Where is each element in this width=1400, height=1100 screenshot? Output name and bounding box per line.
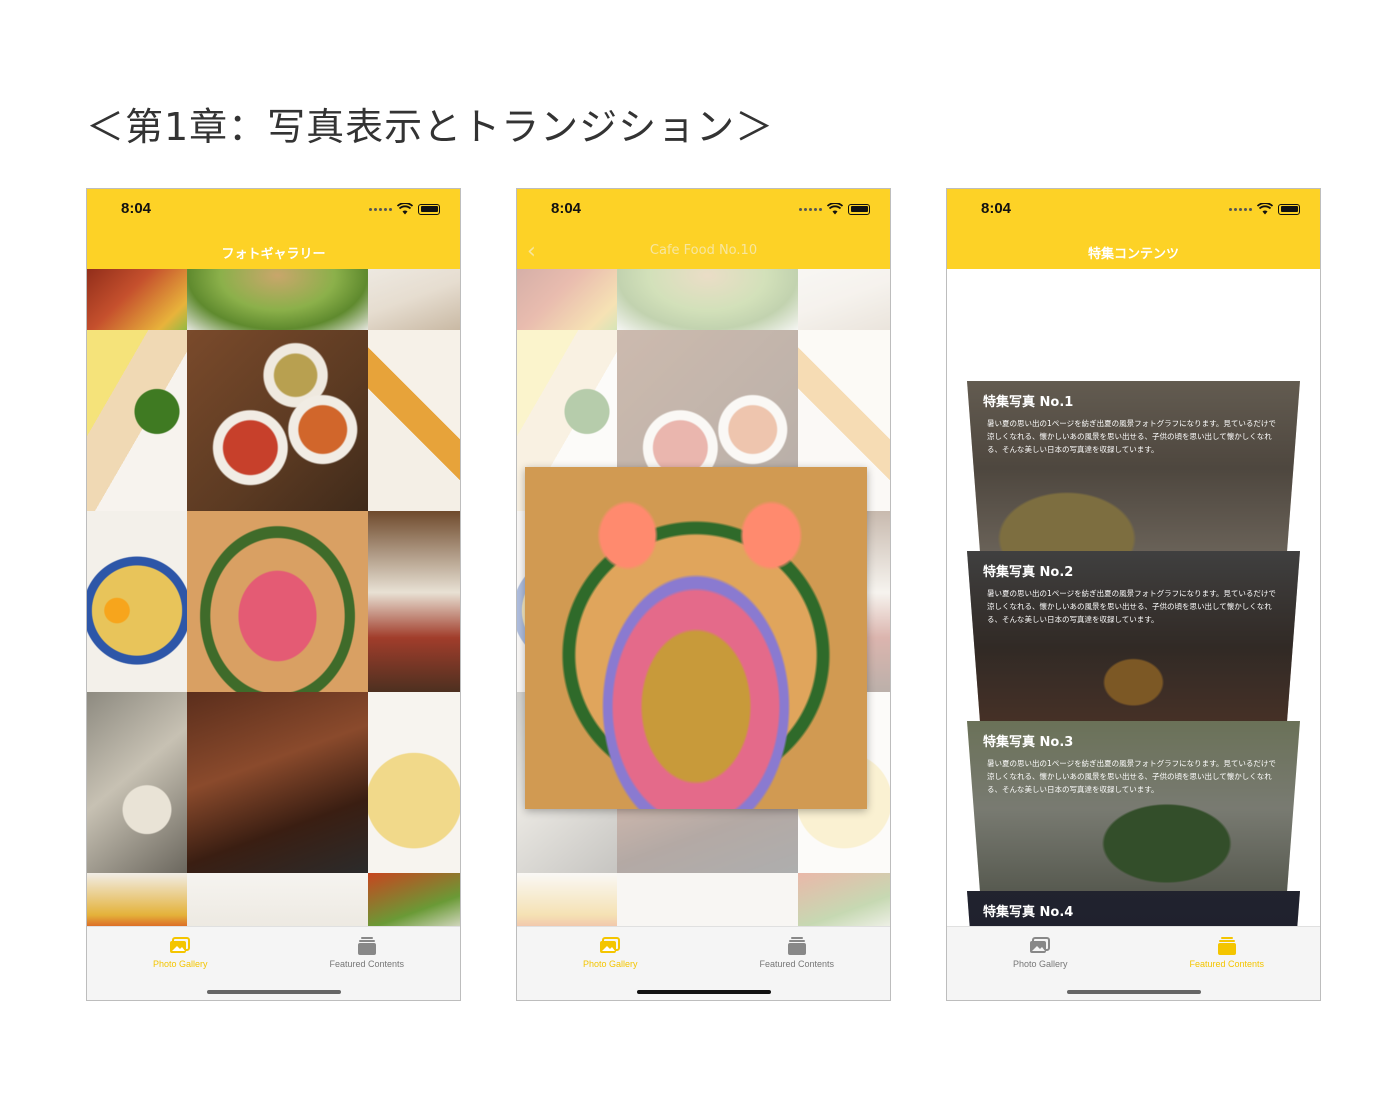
photo-grid[interactable] bbox=[87, 269, 460, 926]
tab-label: Photo Gallery bbox=[152, 959, 208, 969]
signal-icon bbox=[1229, 207, 1252, 211]
featured-list[interactable]: 特集写真 No.1 暑い夏の思い出の1ページを紡ぎ出夏の風景フォトグラフになりま… bbox=[947, 269, 1320, 926]
photo-thumbnail[interactable] bbox=[87, 269, 187, 330]
tab-photo-gallery[interactable]: Photo Gallery bbox=[87, 937, 274, 969]
card-description: 暑い夏の思い出の1ページを紡ぎ出夏の風景フォトグラフになります。見ているだけで涼… bbox=[987, 589, 1276, 624]
nav-title: 特集コンテンツ bbox=[1087, 247, 1179, 262]
navigation-bar: ‹ Cafe Food No.10 bbox=[517, 233, 890, 269]
status-bar: 8:04 bbox=[87, 189, 460, 233]
featured-card[interactable]: 特集写真 No.2 暑い夏の思い出の1ページを紡ぎ出夏の風景フォトグラフになりま… bbox=[967, 551, 1300, 726]
nav-title: フォトギャラリー bbox=[221, 247, 326, 262]
featured-card[interactable]: 特集写真 No.4 bbox=[967, 891, 1300, 926]
photo-thumbnail[interactable] bbox=[368, 692, 460, 873]
nav-title: Cafe Food No.10 bbox=[649, 243, 758, 258]
signal-icon bbox=[369, 207, 392, 211]
status-bar: 8:04 bbox=[947, 189, 1320, 233]
wifi-icon bbox=[1257, 203, 1273, 215]
card-description: 暑い夏の思い出の1ページを紡ぎ出夏の風景フォトグラフになります。見ているだけで涼… bbox=[987, 759, 1276, 794]
featured-card[interactable]: 特集写真 No.1 暑い夏の思い出の1ページを紡ぎ出夏の風景フォトグラフになりま… bbox=[967, 381, 1300, 556]
card-description: 暑い夏の思い出の1ページを紡ぎ出夏の風景フォトグラフになります。見ているだけで涼… bbox=[987, 419, 1276, 454]
tab-featured-contents[interactable]: Featured Contents bbox=[1134, 937, 1321, 969]
card-title: 特集写真 No.1 bbox=[983, 395, 1074, 410]
page-title: ＜第1章：写真表示とトランジション＞ bbox=[86, 105, 775, 149]
featured-contents-icon bbox=[357, 937, 376, 955]
photo-gallery-icon bbox=[1030, 937, 1051, 953]
phone-photo-transition: 8:04 ‹ Cafe Food No.10 Photo Gallery Fea… bbox=[516, 188, 891, 1001]
photo-thumbnail[interactable] bbox=[368, 269, 460, 330]
status-time: 8:04 bbox=[981, 200, 1012, 217]
tab-photo-gallery[interactable]: Photo Gallery bbox=[947, 937, 1134, 969]
tab-featured-contents[interactable]: Featured Contents bbox=[704, 937, 891, 969]
signal-icon bbox=[799, 207, 822, 211]
tab-label: Photo Gallery bbox=[1012, 959, 1068, 969]
photo-thumbnail[interactable] bbox=[187, 692, 368, 873]
photo-thumbnail[interactable] bbox=[87, 511, 187, 692]
featured-contents-icon bbox=[1217, 937, 1236, 955]
tab-bar: Photo Gallery Featured Contents bbox=[947, 926, 1321, 1000]
expanded-photo[interactable] bbox=[525, 467, 867, 809]
photo-thumbnail[interactable] bbox=[368, 511, 460, 692]
status-time: 8:04 bbox=[551, 200, 582, 217]
photo-gallery-icon bbox=[600, 937, 621, 953]
photo-thumbnail[interactable] bbox=[187, 330, 368, 511]
battery-icon bbox=[848, 203, 870, 215]
navigation-bar: フォトギャラリー bbox=[87, 233, 460, 269]
featured-card[interactable]: 特集写真 No.3 暑い夏の思い出の1ページを紡ぎ出夏の風景フォトグラフになりま… bbox=[967, 721, 1300, 896]
home-indicator bbox=[636, 990, 771, 994]
photo-gallery-icon bbox=[170, 937, 191, 953]
battery-icon bbox=[1278, 203, 1300, 215]
photo-thumbnail[interactable] bbox=[87, 692, 187, 873]
card-title: 特集写真 No.3 bbox=[983, 735, 1074, 750]
phone-photo-gallery: 8:04 フォトギャラリー Photo Gallery Featured Con… bbox=[86, 188, 461, 1001]
tab-label: Featured Contents bbox=[329, 959, 405, 969]
home-indicator bbox=[1066, 990, 1201, 994]
card-title: 特集写真 No.2 bbox=[983, 565, 1074, 580]
tab-bar: Photo Gallery Featured Contents bbox=[517, 926, 891, 1000]
featured-contents-icon bbox=[787, 937, 806, 955]
wifi-icon bbox=[397, 203, 413, 215]
status-time: 8:04 bbox=[121, 200, 152, 217]
tab-label: Featured Contents bbox=[1189, 959, 1265, 969]
tab-bar: Photo Gallery Featured Contents bbox=[87, 926, 461, 1000]
photo-thumbnail[interactable] bbox=[187, 269, 368, 330]
photo-grid-dimmed bbox=[517, 269, 890, 926]
tab-label: Featured Contents bbox=[759, 959, 835, 969]
photo-thumbnail[interactable] bbox=[187, 511, 368, 692]
tab-label: Photo Gallery bbox=[582, 959, 638, 969]
photo-thumbnail[interactable] bbox=[368, 330, 460, 511]
navigation-bar: 特集コンテンツ bbox=[947, 233, 1320, 269]
photo-thumbnail[interactable] bbox=[368, 873, 460, 926]
wifi-icon bbox=[827, 203, 843, 215]
card-title: 特集写真 No.4 bbox=[983, 905, 1074, 920]
battery-icon bbox=[418, 203, 440, 215]
photo-thumbnail[interactable] bbox=[187, 873, 368, 926]
tab-featured-contents[interactable]: Featured Contents bbox=[274, 937, 461, 969]
phone-featured-contents: 8:04 特集コンテンツ 特集写真 No.1 暑い夏の思い出の1ページを紡ぎ出夏… bbox=[946, 188, 1321, 1001]
status-bar: 8:04 bbox=[517, 189, 890, 233]
photo-thumbnail[interactable] bbox=[87, 330, 187, 511]
photo-thumbnail[interactable] bbox=[87, 873, 187, 926]
tab-photo-gallery[interactable]: Photo Gallery bbox=[517, 937, 704, 969]
home-indicator bbox=[206, 990, 341, 994]
